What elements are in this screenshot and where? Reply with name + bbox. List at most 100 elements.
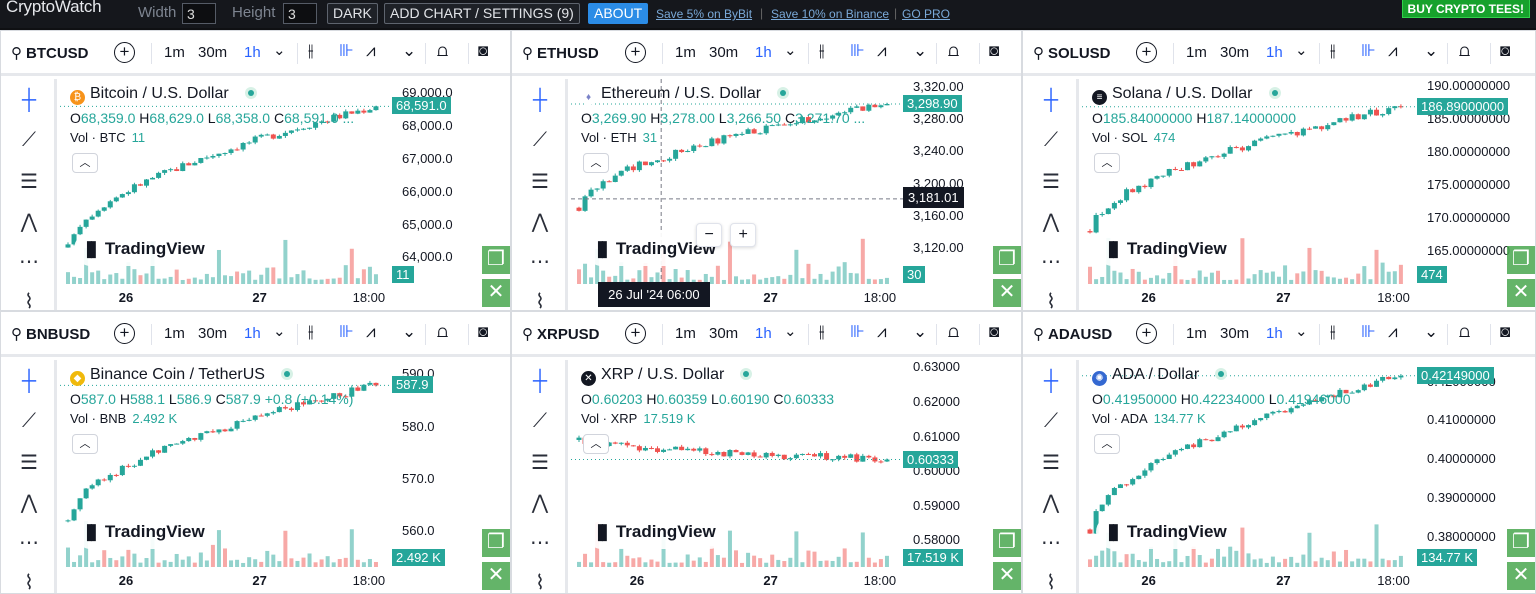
- chart-area[interactable]: 590.0 580.0 570.0 560.0 26 27 18:00 587.9 2.492 …: [60, 360, 510, 593]
- dark-mode-button[interactable]: DARK: [327, 3, 378, 24]
- camera-icon[interactable]: ◙: [1500, 322, 1510, 342]
- interval-chevron-down-icon[interactable]: ⌄: [273, 41, 286, 59]
- compare-add-icon[interactable]: +: [625, 323, 646, 344]
- bar-style-icon[interactable]: ⫲: [308, 322, 314, 342]
- symbol-search[interactable]: ⚲ BNBUSD: [11, 325, 90, 343]
- interval-30m[interactable]: 30m: [709, 44, 738, 61]
- interval-1m[interactable]: 1m: [164, 325, 185, 342]
- measure-icon[interactable]: ⋯: [1037, 249, 1065, 274]
- pattern-icon[interactable]: ⋀: [15, 490, 43, 515]
- chart-area[interactable]: 190.00000000 185.00000000 180.00000000 175.…: [1082, 78, 1535, 310]
- trend-line-icon[interactable]: ⟋: [526, 410, 554, 433]
- pattern-icon[interactable]: ⋀: [1037, 490, 1065, 515]
- compare-add-icon[interactable]: +: [1136, 323, 1157, 344]
- tradingview-logo[interactable]: ▐▌ TradingView: [1096, 515, 1237, 549]
- collapse-legend-chevron-up-icon[interactable]: ︿: [72, 153, 98, 173]
- interval-chevron-down-icon[interactable]: ⌄: [273, 322, 286, 340]
- brush-icon[interactable]: ⌇: [1037, 289, 1065, 310]
- collapse-legend-chevron-up-icon[interactable]: ︿: [583, 434, 609, 454]
- bar-style-icon[interactable]: ⫲: [308, 41, 314, 61]
- indicators-icon[interactable]: ⩍: [437, 41, 448, 61]
- fib-icon[interactable]: ☰: [526, 450, 554, 475]
- candle-style-icon[interactable]: ⊪: [1361, 322, 1376, 342]
- interval-30m[interactable]: 30m: [1220, 325, 1249, 342]
- trend-line-icon[interactable]: ⟋: [1037, 410, 1065, 433]
- trend-line-icon[interactable]: ⟋: [1037, 129, 1065, 152]
- width-input[interactable]: [182, 3, 216, 24]
- trend-line-icon[interactable]: ⟋: [15, 410, 43, 433]
- indicators-icon[interactable]: ⩍: [948, 41, 959, 61]
- bar-style-icon[interactable]: ⫲: [819, 322, 825, 342]
- close-panel-icon[interactable]: ✕: [1507, 279, 1535, 307]
- bar-style-icon[interactable]: ⫲: [1330, 41, 1336, 61]
- camera-icon[interactable]: ◙: [478, 322, 488, 342]
- style-chevron-down-icon[interactable]: ⌄: [913, 41, 927, 61]
- symbol-search[interactable]: ⚲ XRPUSD: [522, 325, 600, 343]
- crosshair-icon[interactable]: ┼: [1037, 370, 1065, 393]
- interval-chevron-down-icon[interactable]: ⌄: [1295, 322, 1308, 340]
- brush-icon[interactable]: ⌇: [526, 289, 554, 310]
- brush-icon[interactable]: ⌇: [526, 570, 554, 593]
- trend-line-icon[interactable]: ⟋: [526, 129, 554, 152]
- indicators-icon[interactable]: ⩍: [1459, 41, 1470, 61]
- compare-add-icon[interactable]: +: [625, 42, 646, 63]
- measure-icon[interactable]: ⋯: [1037, 530, 1065, 555]
- symbol-search[interactable]: ⚲ ETHUSD: [522, 44, 599, 62]
- interval-1h[interactable]: 1h: [755, 44, 772, 61]
- maximize-panel-icon[interactable]: ❐: [1507, 246, 1535, 274]
- indicators-icon[interactable]: ⩍: [948, 322, 959, 342]
- collapse-legend-chevron-up-icon[interactable]: ︿: [72, 434, 98, 454]
- pattern-icon[interactable]: ⋀: [1037, 209, 1065, 234]
- camera-icon[interactable]: ◙: [989, 41, 999, 61]
- candle-style-icon[interactable]: ⊪: [339, 322, 354, 342]
- interval-30m[interactable]: 30m: [709, 325, 738, 342]
- interval-1h[interactable]: 1h: [1266, 325, 1283, 342]
- interval-1m[interactable]: 1m: [1186, 325, 1207, 342]
- maximize-panel-icon[interactable]: ❐: [993, 246, 1021, 274]
- area-style-icon[interactable]: ⩘: [366, 322, 376, 342]
- interval-chevron-down-icon[interactable]: ⌄: [784, 41, 797, 59]
- compare-add-icon[interactable]: +: [114, 42, 135, 63]
- fib-icon[interactable]: ☰: [1037, 169, 1065, 194]
- trend-line-icon[interactable]: ⟋: [15, 129, 43, 152]
- pattern-icon[interactable]: ⋀: [15, 209, 43, 234]
- candle-style-icon[interactable]: ⊪: [1361, 41, 1376, 61]
- bar-style-icon[interactable]: ⫲: [819, 41, 825, 61]
- interval-30m[interactable]: 30m: [198, 44, 227, 61]
- camera-icon[interactable]: ◙: [989, 322, 999, 342]
- symbol-search[interactable]: ⚲ SOLUSD: [1033, 44, 1111, 62]
- crosshair-icon[interactable]: ┼: [1037, 89, 1065, 112]
- candle-style-icon[interactable]: ⊪: [339, 41, 354, 61]
- crosshair-icon[interactable]: ┼: [526, 370, 554, 393]
- style-chevron-down-icon[interactable]: ⌄: [1424, 41, 1438, 61]
- bar-style-icon[interactable]: ⫲: [1330, 322, 1336, 342]
- crosshair-icon[interactable]: ┼: [15, 370, 43, 393]
- style-chevron-down-icon[interactable]: ⌄: [402, 322, 416, 342]
- interval-30m[interactable]: 30m: [198, 325, 227, 342]
- interval-chevron-down-icon[interactable]: ⌄: [784, 322, 797, 340]
- measure-icon[interactable]: ⋯: [526, 249, 554, 274]
- fib-icon[interactable]: ☰: [1037, 450, 1065, 475]
- go-pro-link[interactable]: GO PRO: [902, 7, 950, 21]
- collapse-legend-chevron-up-icon[interactable]: ︿: [1094, 153, 1120, 173]
- interval-30m[interactable]: 30m: [1220, 44, 1249, 61]
- interval-1m[interactable]: 1m: [675, 44, 696, 61]
- style-chevron-down-icon[interactable]: ⌄: [1424, 322, 1438, 342]
- camera-icon[interactable]: ◙: [1500, 41, 1510, 61]
- indicators-icon[interactable]: ⩍: [437, 322, 448, 342]
- zoom-in-button[interactable]: +: [730, 223, 757, 247]
- crosshair-icon[interactable]: ┼: [526, 89, 554, 112]
- chart-area[interactable]: 3,320.00 3,280.00 3,240.00 3,200.00 3,160.00…: [571, 79, 1021, 310]
- pattern-icon[interactable]: ⋀: [526, 490, 554, 515]
- area-style-icon[interactable]: ⩘: [1388, 41, 1398, 61]
- chart-area[interactable]: 69,000.0 68,000.0 67,000.0 66,000.0 65,000.0…: [60, 79, 510, 310]
- interval-chevron-down-icon[interactable]: ⌄: [1295, 41, 1308, 59]
- tradingview-logo[interactable]: ▐▌ TradingView: [74, 515, 215, 549]
- area-style-icon[interactable]: ⩘: [1388, 322, 1398, 342]
- close-panel-icon[interactable]: ✕: [482, 279, 510, 307]
- style-chevron-down-icon[interactable]: ⌄: [402, 41, 416, 61]
- close-panel-icon[interactable]: ✕: [1507, 562, 1535, 590]
- close-panel-icon[interactable]: ✕: [993, 562, 1021, 590]
- fib-icon[interactable]: ☰: [15, 169, 43, 194]
- maximize-panel-icon[interactable]: ❐: [482, 529, 510, 557]
